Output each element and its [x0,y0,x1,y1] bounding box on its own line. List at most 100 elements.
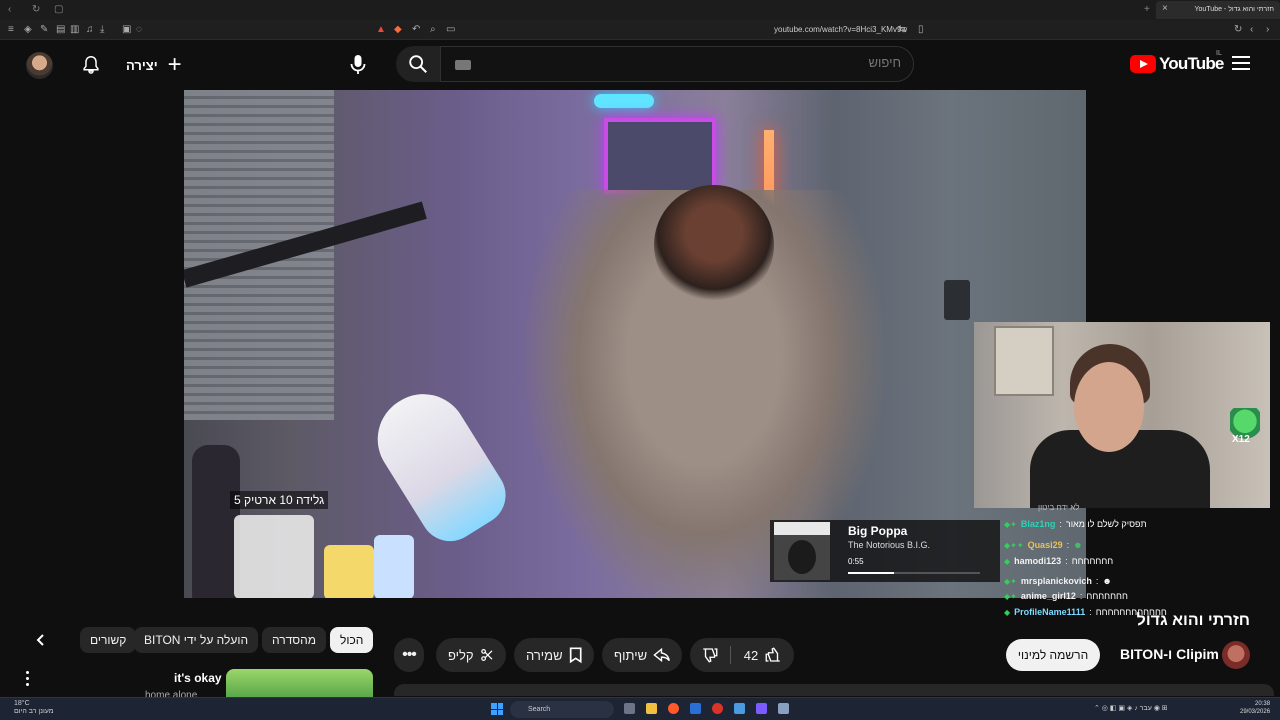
webcam-overlay: X12 [974,322,1270,508]
url-field[interactable]: youtube.com/watch?v=8Hci3_KMv9w [774,25,907,34]
more-horizontal-icon: ••• [402,646,417,663]
chips-previous-button[interactable] [28,627,54,653]
bell-icon[interactable] [80,54,102,76]
weather-widget[interactable]: 18°C מעונן רב היום [14,700,54,716]
youtube-logo[interactable]: YouTube IL [1130,50,1224,74]
windows-start-icon[interactable] [491,703,503,715]
taskbar-search-label: Search [528,706,551,713]
refresh-icon[interactable]: ↻ [1234,24,1242,35]
warning-icon[interactable]: ▲ [376,24,386,35]
browser-tab-bar: ‹ ↻ ▢ + × חזרתי והוא גדול - YouTube [0,0,1280,20]
nav-forward-icon[interactable]: › [1266,24,1269,35]
mic-icon[interactable] [346,53,370,77]
video-frame-picture [604,118,716,194]
brave-browser-icon[interactable] [668,703,679,714]
steam-icon[interactable] [690,703,701,714]
now-playing-widget: Big Poppa The Notorious B.I.G. 0:55 [770,520,1000,582]
tab-title: חזרתי והוא גדול - YouTube [1194,6,1274,13]
video-frame-door [944,280,970,320]
bookmark-icon[interactable]: ▯ [918,24,924,35]
channel-badge-text: X12 [1232,434,1250,445]
thumbs-up-icon [765,647,780,662]
menu-icon[interactable]: ≡ [8,24,14,35]
chat-user: hamodi123 [1014,556,1062,566]
discord-icon[interactable] [756,703,767,714]
back-icon[interactable]: ‹ [8,4,11,15]
dislike-button[interactable] [690,638,730,672]
settings-icon[interactable] [778,703,789,714]
share-label: שיתוף [614,647,648,663]
chat-icon[interactable]: ◌ [136,24,142,35]
search-button[interactable] [396,46,440,82]
system-tray[interactable]: ⌃ ◎ ◧ ▣ ◈ ♪ עבר ◉ ⊞ [1094,704,1168,712]
create-button[interactable]: יצירה + [126,52,182,78]
brave-icon[interactable]: ◆ [394,24,402,35]
like-button[interactable]: 42 [734,638,792,672]
save-label: שמירה [526,647,563,663]
taskbar-search[interactable]: Search [510,701,614,718]
video-frame-cup [324,545,374,598]
file-explorer-icon[interactable] [646,703,657,714]
description-box[interactable] [394,684,1274,696]
music-icon[interactable]: ♫ [86,24,94,35]
video-overlay-caption: גלידה 10 ארטיק 5 [230,491,329,509]
more-actions-button[interactable]: ••• [394,638,424,672]
mod-badge-icon: ◆✦ [1004,519,1017,529]
save-button[interactable]: שמירה [514,638,594,672]
chevron-left-icon [36,634,44,646]
channel-avatar[interactable] [1222,641,1250,669]
song-title: Big Poppa [848,524,908,538]
chip-series[interactable]: מהסדרה [262,627,327,653]
chip-all[interactable]: הכול [330,627,374,653]
browser-tab-active[interactable]: × חזרתי והוא גדול - YouTube [1156,1,1280,19]
chat-user: Blaz1ng [1020,519,1056,529]
video-player[interactable]: גלידה 10 ארטיק 5 Big Poppa The Notorious… [184,90,1086,598]
download-icon[interactable]: ⤓ [100,24,104,35]
hamburger-menu-icon[interactable] [1232,56,1250,70]
task-view-icon[interactable] [624,703,635,714]
taskbar-clock[interactable]: 20:38 29/03/2026 [1240,700,1270,716]
keyboard-icon[interactable] [455,60,471,70]
add-tab-icon[interactable]: + [1144,4,1150,15]
video-frame-head [654,185,774,305]
chat-message: ◆ hamodi123: חחחחחחח [1004,556,1114,566]
sidebar-video-thumbnail[interactable] [226,669,373,697]
nav-back-icon[interactable]: ‹ [1250,24,1253,35]
chip-uploaded-by[interactable]: הועלה על ידי BITON [134,627,259,653]
avatar[interactable] [26,52,53,79]
translate-icon[interactable]: ⇆ [898,24,906,35]
search-input[interactable] [601,55,901,70]
plus-icon: + [167,51,182,78]
share-icon [653,647,670,663]
video-frame-bottle [192,445,240,598]
undo-icon[interactable]: ↶ [412,24,420,35]
chrome-icon[interactable] [712,703,723,714]
share-button[interactable]: שיתוף [602,638,682,672]
webcam-window [994,326,1054,396]
shield-icon[interactable]: ◈ [24,24,32,35]
zoom-icon[interactable]: ⌕ [430,24,436,35]
panel-icon[interactable]: ▥ [70,24,79,35]
video-title: חזרתי והוא גדול [1136,612,1250,629]
sidebar-video-title[interactable]: it's okay [174,671,222,685]
clip-button[interactable]: קליפ [436,638,506,672]
logo-text: YouTube [1159,54,1224,73]
video-frame-cup [234,515,314,598]
mod-badge-icon: ◆✦ [1004,576,1017,586]
channel-name[interactable]: Clipim ו-BITON [1120,646,1219,662]
media-icon[interactable]: ▣ [122,24,131,35]
more-vertical-icon[interactable] [22,671,32,689]
chat-user: anime_girl12 [1020,591,1076,601]
close-tab-icon[interactable]: × [1162,3,1168,14]
chip-related[interactable]: קשורים [80,627,137,653]
thumbs-down-icon [703,648,718,663]
subscribe-button[interactable]: הרשמה למינוי [1006,639,1100,671]
new-tab-icon[interactable]: ▢ [54,4,63,15]
chat-message: ◆✦ Blaz1ng: תפסיק לשלם לו מאור [1004,519,1147,529]
bookmark-save-icon [569,647,582,664]
app-icon[interactable] [734,703,745,714]
screen-icon[interactable]: ▭ [446,24,455,35]
reload-icon[interactable]: ↻ [32,4,40,15]
extension-icon[interactable]: ✎ [40,24,48,35]
sidebar-icon[interactable]: ▤ [56,24,65,35]
